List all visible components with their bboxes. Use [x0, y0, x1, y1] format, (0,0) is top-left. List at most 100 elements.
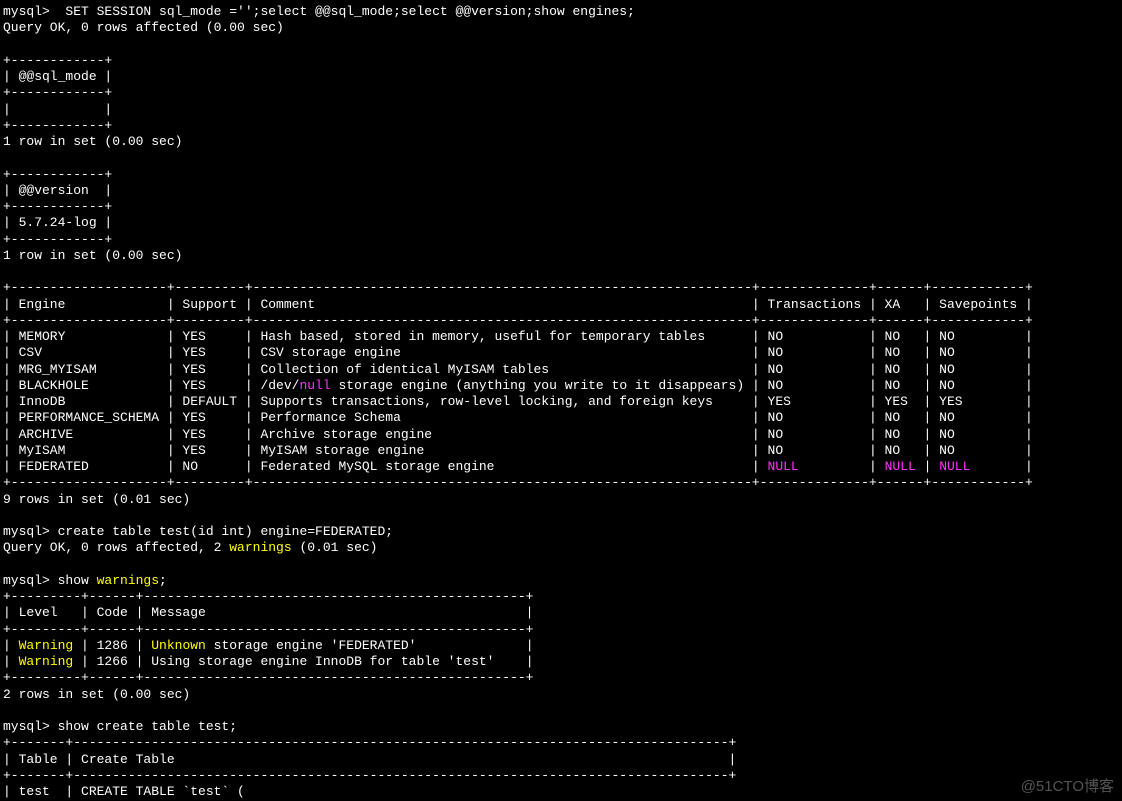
terminal-text: storage engine 'FEDERATED' |	[206, 638, 534, 653]
terminal-line: +---------+------+----------------------…	[3, 622, 534, 637]
terminal-line: +--------------------+---------+--------…	[3, 313, 1033, 328]
terminal-text: mysql> create table test(id int) engine=…	[3, 524, 393, 539]
terminal-line: +------------+	[3, 53, 112, 68]
terminal-text: +------------+	[3, 85, 112, 100]
terminal-text: |	[3, 654, 19, 669]
terminal-text: storage engine (anything you write to it…	[331, 378, 1033, 393]
terminal-text: +-------+-------------------------------…	[3, 735, 736, 750]
terminal-line: | PERFORMANCE_SCHEMA | YES | Performance…	[3, 410, 1033, 425]
terminal-line: +------------+	[3, 199, 112, 214]
terminal-line: +---------+------+----------------------…	[3, 670, 534, 685]
terminal-line: | test | CREATE TABLE `test` (	[3, 784, 245, 799]
terminal-text: Warning	[19, 638, 74, 653]
terminal-text: +------------+	[3, 232, 112, 247]
terminal-text: | 1266 | Using storage engine InnoDB for…	[73, 654, 533, 669]
terminal-text: | InnoDB | DEFAULT | Supports transactio…	[3, 394, 1033, 409]
terminal-line: 1 row in set (0.00 sec)	[3, 248, 182, 263]
terminal-text: mysql> show create table test;	[3, 719, 237, 734]
terminal-line: 9 rows in set (0.01 sec)	[3, 492, 190, 507]
terminal-line: mysql> create table test(id int) engine=…	[3, 524, 393, 539]
terminal-text: |	[799, 459, 885, 474]
terminal-text: | Engine | Support | Comment | Transacti…	[3, 297, 1033, 312]
terminal-text: 2 rows in set (0.00 sec)	[3, 687, 190, 702]
terminal-text: warnings	[97, 573, 159, 588]
terminal-line: | Level | Code | Message |	[3, 605, 534, 620]
terminal-text: | FEDERATED | NO | Federated MySQL stora…	[3, 459, 768, 474]
terminal-line: +------------+	[3, 232, 112, 247]
terminal-line: +------------+	[3, 85, 112, 100]
terminal-text: Unknown	[151, 638, 206, 653]
terminal-text: | ARCHIVE | YES | Archive storage engine…	[3, 427, 1033, 442]
terminal-text: +---------+------+----------------------…	[3, 589, 534, 604]
terminal-line: | @@sql_mode |	[3, 69, 112, 84]
terminal-text: warnings	[229, 540, 291, 555]
terminal-text: | test | CREATE TABLE `test` (	[3, 784, 245, 799]
terminal-text: null	[299, 378, 330, 393]
terminal-text: |	[3, 638, 19, 653]
terminal-line: 2 rows in set (0.00 sec)	[3, 687, 190, 702]
terminal-line: | Warning | 1266 | Using storage engine …	[3, 654, 534, 669]
terminal-text: +--------------------+---------+--------…	[3, 313, 1033, 328]
terminal-text: NULL	[939, 459, 970, 474]
terminal-text: Query OK, 0 rows affected, 2	[3, 540, 229, 555]
terminal-line: mysql> SET SESSION sql_mode ='';select @…	[3, 4, 635, 19]
terminal-text: | @@sql_mode |	[3, 69, 112, 84]
terminal-text: |	[970, 459, 1032, 474]
terminal-line: +--------------------+---------+--------…	[3, 475, 1033, 490]
terminal-line: | FEDERATED | NO | Federated MySQL stora…	[3, 459, 1033, 474]
mysql-terminal[interactable]: mysql> SET SESSION sql_mode ='';select @…	[0, 0, 1122, 801]
terminal-line: | Engine | Support | Comment | Transacti…	[3, 297, 1033, 312]
terminal-text: +---------+------+----------------------…	[3, 670, 534, 685]
terminal-text: mysql> show	[3, 573, 97, 588]
terminal-line: | MRG_MYISAM | YES | Collection of ident…	[3, 362, 1033, 377]
terminal-text: |	[916, 459, 939, 474]
terminal-text: | PERFORMANCE_SCHEMA | YES | Performance…	[3, 410, 1033, 425]
terminal-line: | CSV | YES | CSV storage engine | NO | …	[3, 345, 1033, 360]
terminal-line: +--------------------+---------+--------…	[3, 280, 1033, 295]
terminal-line: Query OK, 0 rows affected (0.00 sec)	[3, 20, 284, 35]
terminal-text: 9 rows in set (0.01 sec)	[3, 492, 190, 507]
terminal-text: | @@version |	[3, 183, 112, 198]
terminal-text: ;	[159, 573, 167, 588]
terminal-text: | MyISAM | YES | MyISAM storage engine |…	[3, 443, 1033, 458]
terminal-line: 1 row in set (0.00 sec)	[3, 134, 182, 149]
terminal-text: | Level | Code | Message |	[3, 605, 534, 620]
terminal-line: | Warning | 1286 | Unknown storage engin…	[3, 638, 534, 653]
terminal-line: mysql> show warnings;	[3, 573, 167, 588]
terminal-line: +------------+	[3, 167, 112, 182]
terminal-line: Query OK, 0 rows affected, 2 warnings (0…	[3, 540, 378, 555]
terminal-line: | BLACKHOLE | YES | /dev/null storage en…	[3, 378, 1033, 393]
terminal-text: +-------+-------------------------------…	[3, 768, 736, 783]
terminal-text: | CSV | YES | CSV storage engine | NO | …	[3, 345, 1033, 360]
terminal-text: Warning	[19, 654, 74, 669]
terminal-line: +-------+-------------------------------…	[3, 735, 736, 750]
terminal-text: +--------------------+---------+--------…	[3, 280, 1033, 295]
terminal-text: (0.01 sec)	[292, 540, 378, 555]
terminal-text: +------------+	[3, 118, 112, 133]
terminal-line: | @@version |	[3, 183, 112, 198]
terminal-text: Query OK, 0 rows affected (0.00 sec)	[3, 20, 284, 35]
terminal-line: | Table | Create Table |	[3, 752, 736, 767]
terminal-text: 1 row in set (0.00 sec)	[3, 248, 182, 263]
terminal-line: | MyISAM | YES | MyISAM storage engine |…	[3, 443, 1033, 458]
terminal-text: +------------+	[3, 199, 112, 214]
terminal-line: +-------+-------------------------------…	[3, 768, 736, 783]
terminal-text: NULL	[768, 459, 799, 474]
terminal-text: +------------+	[3, 53, 112, 68]
terminal-text: +--------------------+---------+--------…	[3, 475, 1033, 490]
terminal-text: | 5.7.24-log |	[3, 215, 112, 230]
terminal-text: | 1286 |	[73, 638, 151, 653]
terminal-line: | |	[3, 102, 112, 117]
terminal-line: | ARCHIVE | YES | Archive storage engine…	[3, 427, 1033, 442]
terminal-text: NULL	[885, 459, 916, 474]
terminal-text: mysql> SET SESSION sql_mode ='';select @…	[3, 4, 635, 19]
terminal-line: | MEMORY | YES | Hash based, stored in m…	[3, 329, 1033, 344]
terminal-line: +---------+------+----------------------…	[3, 589, 534, 604]
terminal-text: | BLACKHOLE | YES | /dev/	[3, 378, 299, 393]
terminal-text: +---------+------+----------------------…	[3, 622, 534, 637]
terminal-line: | 5.7.24-log |	[3, 215, 112, 230]
terminal-line: | InnoDB | DEFAULT | Supports transactio…	[3, 394, 1033, 409]
terminal-text: | MEMORY | YES | Hash based, stored in m…	[3, 329, 1033, 344]
terminal-line: +------------+	[3, 118, 112, 133]
terminal-text: | |	[3, 102, 112, 117]
